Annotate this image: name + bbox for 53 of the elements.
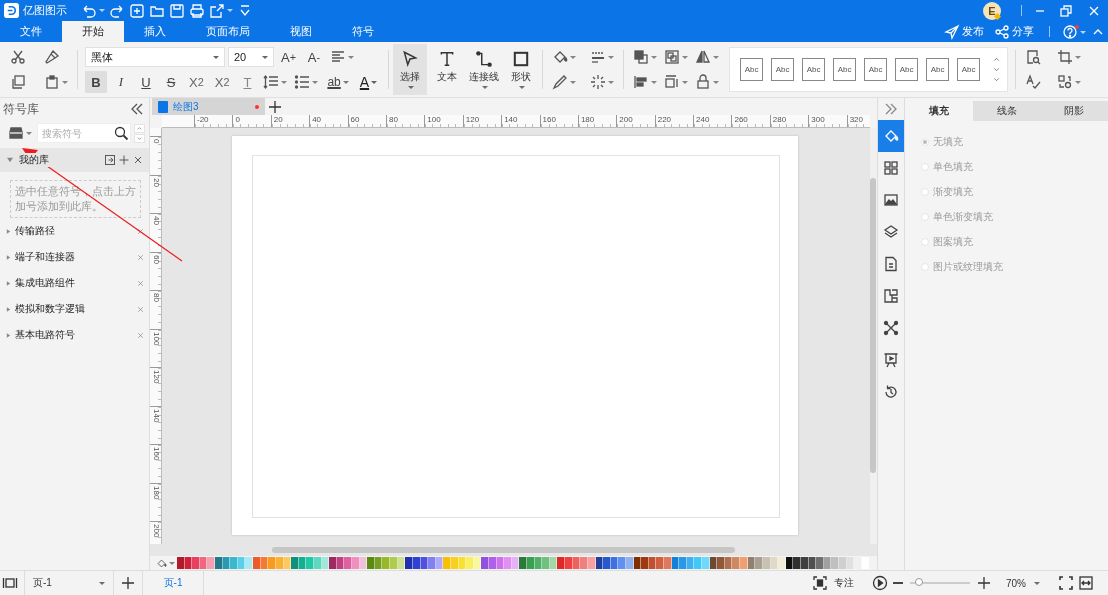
menu-tab[interactable]: 符号 (332, 21, 394, 42)
library-item[interactable]: 基本电路符号 (0, 322, 149, 348)
vertical-ruler: 0 20 40 60 80 100 120 140 160 180 200 (150, 128, 162, 544)
style-swatch[interactable]: Abc (864, 58, 888, 81)
panel-tab[interactable]: 阴影 (1040, 101, 1108, 121)
library-header[interactable]: 我的库 (0, 148, 149, 172)
library-name: 模拟和数字逻辑 (15, 302, 86, 316)
user-avatar[interactable]: E (983, 1, 1001, 20)
library-name: 基本电路符号 (15, 328, 76, 342)
library-name: 端子和连接器 (15, 250, 76, 264)
horizontal-ruler: -20 0 20 40 60 80 100 120 140 160 180 200 220 240 260 280 300 320 (162, 115, 870, 128)
style-swatch[interactable]: Abc (957, 58, 981, 81)
panel-tab[interactable]: 线条 (972, 101, 1041, 121)
format-button[interactable]: ab (323, 71, 353, 93)
format-button[interactable]: A (355, 71, 382, 93)
library-name: 传输路径 (15, 224, 56, 238)
page-select[interactable]: 页-1 (29, 572, 109, 594)
style-swatch[interactable]: Abc (802, 58, 826, 81)
share-button[interactable]: 分享 (989, 21, 1039, 42)
library-item[interactable]: 集成电路组件 (0, 270, 149, 296)
search-field[interactable]: 搜索符号 (37, 123, 131, 143)
library-item[interactable]: 模拟和数字逻辑 (0, 296, 149, 322)
page-tab[interactable]: 页-1 (147, 572, 199, 594)
focus-button[interactable]: 专注 (806, 574, 860, 592)
menu-tab[interactable]: 插入 (124, 21, 186, 42)
font-select[interactable]: 黑体 (85, 47, 225, 67)
library-hint: 选中任意符号，点击上方加号添加到此库。 (10, 180, 141, 218)
menu-tab[interactable]: 页面布局 (186, 21, 270, 42)
menu-tab[interactable]: 视图 (270, 21, 332, 42)
style-swatch[interactable]: Abc (771, 58, 795, 81)
format-button[interactable]: S (160, 71, 182, 93)
style-swatch[interactable]: Abc (895, 58, 919, 81)
tool-button[interactable]: 选择 (393, 44, 428, 95)
font-size-select[interactable]: 20 (228, 47, 274, 67)
library-name: 集成电路组件 (15, 276, 76, 290)
library-item[interactable]: 端子和连接器 (0, 244, 149, 270)
panel-title: 符号库 (3, 100, 39, 118)
tool-button[interactable]: 形状 (504, 44, 539, 95)
menu-tab[interactable]: 开始 (62, 21, 124, 42)
app-title: 亿图图示 (23, 3, 67, 18)
tool-button[interactable]: 连接线 (467, 44, 502, 95)
style-swatch[interactable]: Abc (833, 58, 857, 81)
publish-button[interactable]: 发布 (939, 21, 989, 42)
zoom-select[interactable]: 70% (1000, 576, 1046, 590)
menu-tab[interactable]: 文件 (0, 21, 62, 42)
style-swatch[interactable]: Abc (740, 58, 764, 81)
style-swatch[interactable]: Abc (926, 58, 950, 81)
library-item[interactable]: 传输路径 (0, 218, 149, 244)
format-button[interactable]: U (135, 71, 157, 93)
library-name: 我的库 (18, 153, 50, 167)
format-button[interactable]: B (85, 71, 107, 93)
tool-button[interactable]: 文本 (430, 44, 465, 95)
format-button[interactable]: I (110, 71, 132, 93)
